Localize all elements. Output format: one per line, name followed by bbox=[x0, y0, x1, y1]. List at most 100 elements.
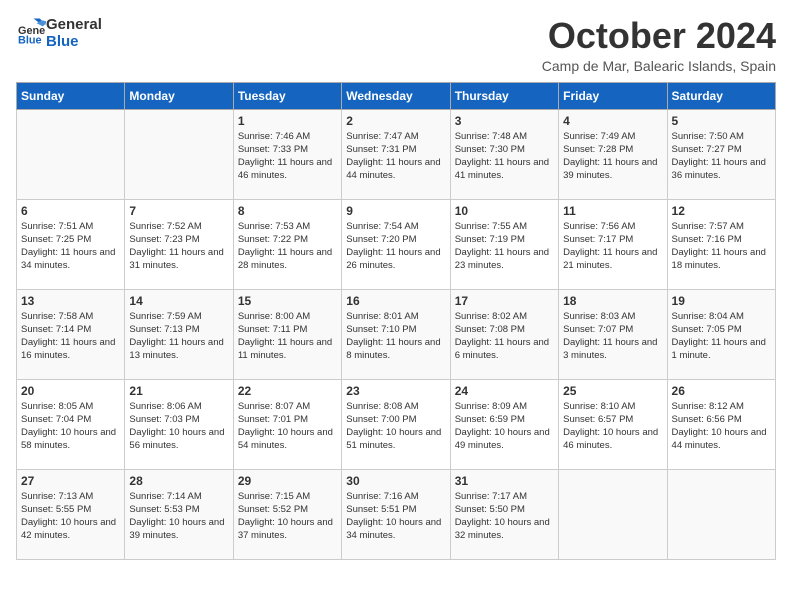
day-info: Sunrise: 7:51 AM Sunset: 7:25 PM Dayligh… bbox=[21, 220, 120, 273]
day-info: Sunrise: 7:55 AM Sunset: 7:19 PM Dayligh… bbox=[455, 220, 554, 273]
calendar-table: SundayMondayTuesdayWednesdayThursdayFrid… bbox=[16, 82, 776, 560]
calendar-cell: 10 Sunrise: 7:55 AM Sunset: 7:19 PM Dayli… bbox=[450, 199, 558, 289]
day-info: Sunrise: 7:13 AM Sunset: 5:55 PM Dayligh… bbox=[21, 490, 120, 543]
day-number: 3 bbox=[455, 114, 554, 128]
day-info: Sunrise: 8:12 AM Sunset: 6:56 PM Dayligh… bbox=[672, 400, 771, 453]
day-number: 1 bbox=[238, 114, 337, 128]
day-info: Sunrise: 8:05 AM Sunset: 7:04 PM Dayligh… bbox=[21, 400, 120, 453]
day-info: Sunrise: 8:00 AM Sunset: 7:11 PM Dayligh… bbox=[238, 310, 337, 363]
day-number: 5 bbox=[672, 114, 771, 128]
day-info: Sunrise: 7:49 AM Sunset: 7:28 PM Dayligh… bbox=[563, 130, 662, 183]
calendar-cell: 14 Sunrise: 7:59 AM Sunset: 7:13 PM Dayli… bbox=[125, 289, 233, 379]
day-info: Sunrise: 8:04 AM Sunset: 7:05 PM Dayligh… bbox=[672, 310, 771, 363]
weekday-header: Tuesday bbox=[233, 82, 341, 109]
day-number: 30 bbox=[346, 474, 445, 488]
day-info: Sunrise: 8:07 AM Sunset: 7:01 PM Dayligh… bbox=[238, 400, 337, 453]
calendar-cell: 9 Sunrise: 7:54 AM Sunset: 7:20 PM Daylig… bbox=[342, 199, 450, 289]
day-number: 17 bbox=[455, 294, 554, 308]
logo-bird-icon: General Blue bbox=[18, 17, 46, 45]
calendar-week-row: 20 Sunrise: 8:05 AM Sunset: 7:04 PM Dayli… bbox=[17, 379, 776, 469]
calendar-cell: 23 Sunrise: 8:08 AM Sunset: 7:00 PM Dayli… bbox=[342, 379, 450, 469]
day-number: 23 bbox=[346, 384, 445, 398]
calendar-cell: 31 Sunrise: 7:17 AM Sunset: 5:50 PM Dayli… bbox=[450, 469, 558, 559]
day-number: 24 bbox=[455, 384, 554, 398]
weekday-header: Sunday bbox=[17, 82, 125, 109]
day-info: Sunrise: 7:56 AM Sunset: 7:17 PM Dayligh… bbox=[563, 220, 662, 273]
calendar-cell: 13Sunrise: 7:58 AM Sunset: 7:14 PM Dayli… bbox=[17, 289, 125, 379]
calendar-cell: 22 Sunrise: 8:07 AM Sunset: 7:01 PM Dayli… bbox=[233, 379, 341, 469]
calendar-cell: 17Sunrise: 8:02 AM Sunset: 7:08 PM Dayli… bbox=[450, 289, 558, 379]
calendar-cell: 27 Sunrise: 7:13 AM Sunset: 5:55 PM Dayli… bbox=[17, 469, 125, 559]
day-number: 27 bbox=[21, 474, 120, 488]
day-number: 9 bbox=[346, 204, 445, 218]
day-info: Sunrise: 7:57 AM Sunset: 7:16 PM Dayligh… bbox=[672, 220, 771, 273]
weekday-header: Saturday bbox=[667, 82, 775, 109]
day-number: 7 bbox=[129, 204, 228, 218]
calendar-header-row: SundayMondayTuesdayWednesdayThursdayFrid… bbox=[17, 82, 776, 109]
day-number: 13 bbox=[21, 294, 120, 308]
calendar-cell: 7 Sunrise: 7:52 AM Sunset: 7:23 PM Daylig… bbox=[125, 199, 233, 289]
logo-blue-text: Blue bbox=[46, 33, 102, 50]
day-number: 20 bbox=[21, 384, 120, 398]
day-info: Sunrise: 7:59 AM Sunset: 7:13 PM Dayligh… bbox=[129, 310, 228, 363]
day-number: 14 bbox=[129, 294, 228, 308]
day-number: 31 bbox=[455, 474, 554, 488]
calendar-cell: 15Sunrise: 8:00 AM Sunset: 7:11 PM Dayli… bbox=[233, 289, 341, 379]
day-info: Sunrise: 8:09 AM Sunset: 6:59 PM Dayligh… bbox=[455, 400, 554, 453]
day-info: Sunrise: 8:08 AM Sunset: 7:00 PM Dayligh… bbox=[346, 400, 445, 453]
calendar-week-row: 1Sunrise: 7:46 AM Sunset: 7:33 PM Daylig… bbox=[17, 109, 776, 199]
logo-general-text: General bbox=[46, 16, 102, 33]
day-info: Sunrise: 7:50 AM Sunset: 7:27 PM Dayligh… bbox=[672, 130, 771, 183]
calendar-cell: 20 Sunrise: 8:05 AM Sunset: 7:04 PM Dayli… bbox=[17, 379, 125, 469]
day-number: 18 bbox=[563, 294, 662, 308]
day-number: 16 bbox=[346, 294, 445, 308]
day-info: Sunrise: 7:14 AM Sunset: 5:53 PM Dayligh… bbox=[129, 490, 228, 543]
calendar-cell: 6Sunrise: 7:51 AM Sunset: 7:25 PM Daylig… bbox=[17, 199, 125, 289]
day-info: Sunrise: 7:47 AM Sunset: 7:31 PM Dayligh… bbox=[346, 130, 445, 183]
weekday-header: Monday bbox=[125, 82, 233, 109]
calendar-cell: 8Sunrise: 7:53 AM Sunset: 7:22 PM Daylig… bbox=[233, 199, 341, 289]
page-header: General Blue General Blue October 2024 C… bbox=[16, 16, 776, 74]
day-number: 22 bbox=[238, 384, 337, 398]
calendar-cell: 5 Sunrise: 7:50 AM Sunset: 7:27 PM Daylig… bbox=[667, 109, 775, 199]
calendar-cell: 12 Sunrise: 7:57 AM Sunset: 7:16 PM Dayli… bbox=[667, 199, 775, 289]
calendar-cell: 18 Sunrise: 8:03 AM Sunset: 7:07 PM Dayli… bbox=[559, 289, 667, 379]
day-info: Sunrise: 7:17 AM Sunset: 5:50 PM Dayligh… bbox=[455, 490, 554, 543]
day-info: Sunrise: 8:06 AM Sunset: 7:03 PM Dayligh… bbox=[129, 400, 228, 453]
day-info: Sunrise: 7:52 AM Sunset: 7:23 PM Dayligh… bbox=[129, 220, 228, 273]
day-number: 4 bbox=[563, 114, 662, 128]
day-info: Sunrise: 7:53 AM Sunset: 7:22 PM Dayligh… bbox=[238, 220, 337, 273]
day-number: 25 bbox=[563, 384, 662, 398]
day-number: 10 bbox=[455, 204, 554, 218]
day-info: Sunrise: 8:10 AM Sunset: 6:57 PM Dayligh… bbox=[563, 400, 662, 453]
weekday-header: Thursday bbox=[450, 82, 558, 109]
day-number: 19 bbox=[672, 294, 771, 308]
calendar-cell: 2 Sunrise: 7:47 AM Sunset: 7:31 PM Daylig… bbox=[342, 109, 450, 199]
calendar-week-row: 13Sunrise: 7:58 AM Sunset: 7:14 PM Dayli… bbox=[17, 289, 776, 379]
calendar-cell: 4 Sunrise: 7:49 AM Sunset: 7:28 PM Daylig… bbox=[559, 109, 667, 199]
day-number: 11 bbox=[563, 204, 662, 218]
calendar-cell: 26 Sunrise: 8:12 AM Sunset: 6:56 PM Dayli… bbox=[667, 379, 775, 469]
calendar-cell bbox=[17, 109, 125, 199]
calendar-cell: 25 Sunrise: 8:10 AM Sunset: 6:57 PM Dayli… bbox=[559, 379, 667, 469]
day-info: Sunrise: 8:01 AM Sunset: 7:10 PM Dayligh… bbox=[346, 310, 445, 363]
day-info: Sunrise: 7:54 AM Sunset: 7:20 PM Dayligh… bbox=[346, 220, 445, 273]
calendar-cell bbox=[559, 469, 667, 559]
title-area: October 2024 Camp de Mar, Balearic Islan… bbox=[542, 16, 776, 74]
day-number: 12 bbox=[672, 204, 771, 218]
day-info: Sunrise: 7:48 AM Sunset: 7:30 PM Dayligh… bbox=[455, 130, 554, 183]
day-number: 26 bbox=[672, 384, 771, 398]
calendar-week-row: 6Sunrise: 7:51 AM Sunset: 7:25 PM Daylig… bbox=[17, 199, 776, 289]
calendar-cell: 30Sunrise: 7:16 AM Sunset: 5:51 PM Dayli… bbox=[342, 469, 450, 559]
calendar-cell: 11 Sunrise: 7:56 AM Sunset: 7:17 PM Dayli… bbox=[559, 199, 667, 289]
location-text: Camp de Mar, Balearic Islands, Spain bbox=[542, 58, 776, 74]
day-info: Sunrise: 8:03 AM Sunset: 7:07 PM Dayligh… bbox=[563, 310, 662, 363]
month-title: October 2024 bbox=[542, 16, 776, 56]
calendar-cell: 24 Sunrise: 8:09 AM Sunset: 6:59 PM Dayli… bbox=[450, 379, 558, 469]
calendar-cell: 19 Sunrise: 8:04 AM Sunset: 7:05 PM Dayli… bbox=[667, 289, 775, 379]
weekday-header: Wednesday bbox=[342, 82, 450, 109]
day-number: 2 bbox=[346, 114, 445, 128]
calendar-cell: 29Sunrise: 7:15 AM Sunset: 5:52 PM Dayli… bbox=[233, 469, 341, 559]
day-number: 28 bbox=[129, 474, 228, 488]
calendar-cell: 16 Sunrise: 8:01 AM Sunset: 7:10 PM Dayli… bbox=[342, 289, 450, 379]
